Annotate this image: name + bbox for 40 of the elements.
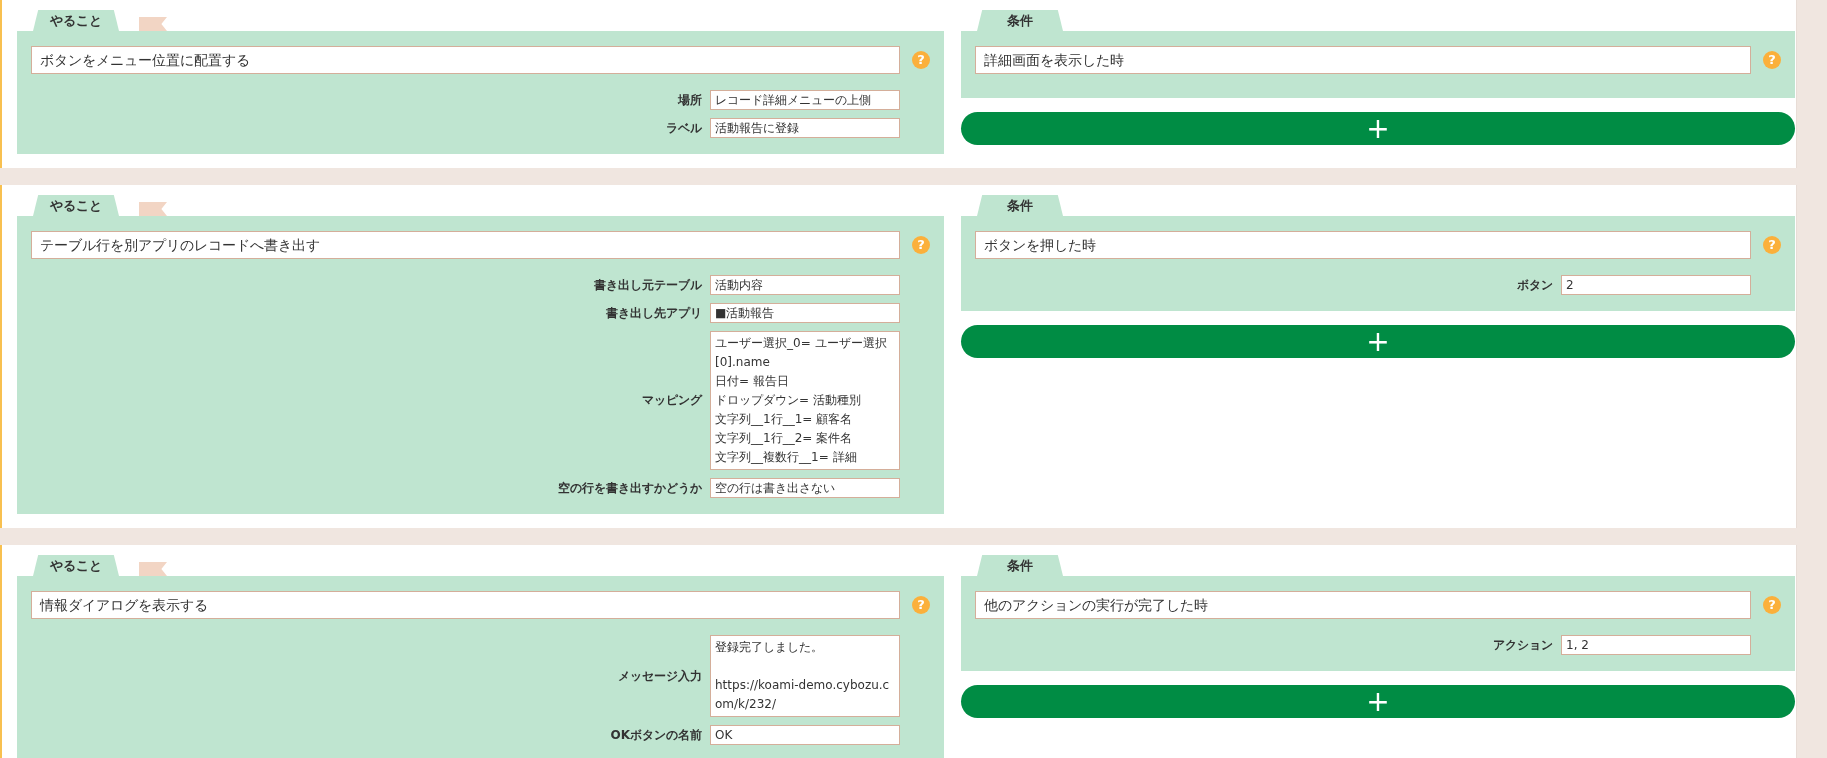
input-field[interactable]: 空の行は書き出さない bbox=[710, 478, 900, 498]
input-field[interactable]: 1, 2 bbox=[1561, 635, 1751, 655]
title-field[interactable]: ボタンを押した時 bbox=[975, 231, 1751, 259]
ribbon-tag bbox=[139, 562, 167, 576]
text-line: 文字列__1行__1= 顧客名 bbox=[715, 411, 854, 428]
input-field[interactable]: 2 bbox=[1561, 275, 1751, 295]
field-label: 空の行を書き出すかどうか bbox=[558, 479, 702, 497]
ribbon-tag bbox=[139, 202, 167, 216]
text-line: 登録完了しました。 bbox=[715, 639, 824, 656]
text-line: ユーザー選択_0= ユーザー選択[0].name bbox=[715, 335, 888, 371]
field-label: マッピング bbox=[642, 392, 702, 409]
field-label: ボタン bbox=[1517, 276, 1553, 294]
text-line: 文字列__複数行__1= 詳細 bbox=[715, 449, 858, 466]
input-field[interactable]: 活動報告に登録 bbox=[710, 118, 900, 138]
field-label: メッセージ入力 bbox=[618, 667, 702, 685]
field-label: 場所 bbox=[678, 91, 702, 109]
title-field[interactable]: 詳細画面を表示した時 bbox=[975, 46, 1751, 74]
text-line: ドロップダウン= 活動種別 bbox=[715, 392, 862, 409]
text-area[interactable]: ユーザー選択_0= ユーザー選択[0].name 日付= 報告日 ドロップダウン= 活動種別 文字列__1行__1= 顧客名 文字列__1行__2= 案件名 文字列__複数行__1= 詳細 bbox=[710, 331, 900, 470]
input-field[interactable]: 活動内容 bbox=[710, 275, 900, 295]
title-field[interactable]: テーブル行を別アプリのレコードへ書き出す bbox=[31, 231, 900, 259]
add-button[interactable]: + bbox=[961, 112, 1795, 145]
input-field[interactable]: OK bbox=[710, 725, 900, 745]
text-area[interactable]: 登録完了しました。 https://koami-demo.cybozu.com/k/232/ bbox=[710, 635, 900, 717]
field-label: 書き出し先アプリ bbox=[606, 304, 702, 322]
input-field[interactable]: レコード詳細メニューの上側 bbox=[710, 90, 900, 110]
text-line: https://koami-demo.cybozu.com/k/232/ bbox=[715, 677, 891, 713]
title-field[interactable]: 情報ダイアログを表示する bbox=[31, 591, 900, 619]
add-button[interactable]: + bbox=[961, 685, 1795, 718]
field-label: ラベル bbox=[666, 119, 702, 137]
title-field[interactable]: 他のアクションの実行が完了した時 bbox=[975, 591, 1751, 619]
input-field[interactable]: ■活動報告 bbox=[710, 303, 900, 323]
title-field[interactable]: ボタンをメニュー位置に配置する bbox=[31, 46, 900, 74]
text-line: 日付= 報告日 bbox=[715, 373, 790, 390]
ribbon-tag bbox=[139, 17, 167, 31]
add-button[interactable]: + bbox=[961, 325, 1795, 358]
field-label: 書き出し元テーブル bbox=[594, 276, 702, 294]
field-label: OKボタンの名前 bbox=[610, 726, 702, 744]
field-label: アクション bbox=[1493, 636, 1553, 654]
text-line: 文字列__1行__2= 案件名 bbox=[715, 430, 854, 447]
